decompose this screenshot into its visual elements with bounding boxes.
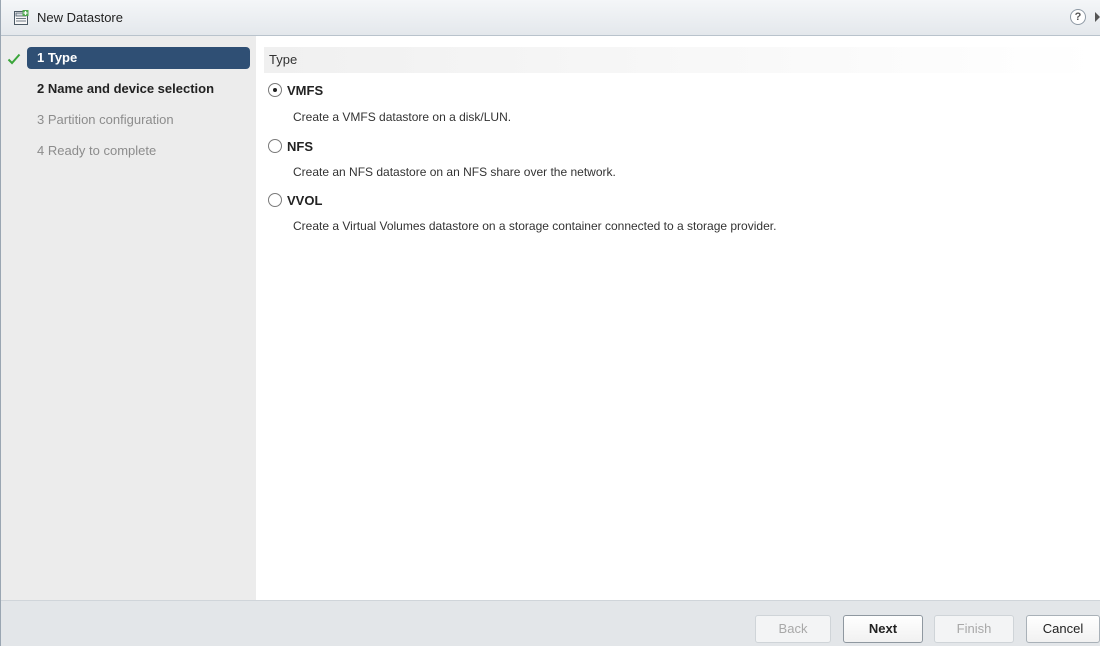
vvol-description: Create a Virtual Volumes datastore on a … bbox=[293, 219, 777, 233]
cancel-button[interactable]: Cancel bbox=[1026, 615, 1100, 643]
option-vmfs[interactable]: VMFS bbox=[268, 81, 323, 99]
vmfs-description: Create a VMFS datastore on a disk/LUN. bbox=[293, 110, 512, 124]
vmfs-radio[interactable] bbox=[268, 83, 282, 97]
step-partition-configuration: 3 Partition configuration bbox=[37, 112, 174, 127]
option-nfs[interactable]: NFS bbox=[268, 137, 313, 155]
finish-button[interactable]: Finish bbox=[934, 615, 1014, 643]
new-datastore-dialog: New Datastore ? 1 Type 2 Name and device… bbox=[0, 0, 1100, 646]
nfs-radio[interactable] bbox=[268, 139, 282, 153]
step-type[interactable]: 1 Type bbox=[27, 47, 250, 69]
nfs-description: Create an NFS datastore on an NFS share … bbox=[293, 165, 616, 179]
section-title: Type bbox=[264, 47, 1098, 73]
vvol-label[interactable]: VVOL bbox=[287, 193, 322, 208]
expand-arrow-icon[interactable] bbox=[1095, 12, 1100, 22]
checkmark-icon bbox=[7, 53, 21, 65]
main-content: Type VMFS Create a VMFS datastore on a d… bbox=[256, 36, 1100, 600]
option-vvol[interactable]: VVOL bbox=[268, 191, 322, 209]
next-button[interactable]: Next bbox=[843, 615, 923, 643]
vvol-radio[interactable] bbox=[268, 193, 282, 207]
title-bar: New Datastore ? bbox=[1, 0, 1100, 36]
back-button[interactable]: Back bbox=[755, 615, 831, 643]
step-name-and-device-selection[interactable]: 2 Name and device selection bbox=[27, 78, 214, 100]
wizard-footer: Back Next Finish Cancel bbox=[1, 600, 1100, 646]
nfs-label[interactable]: NFS bbox=[287, 139, 313, 154]
vmfs-label[interactable]: VMFS bbox=[287, 83, 323, 98]
step-ready-to-complete: 4 Ready to complete bbox=[37, 143, 157, 158]
wizard-steps-sidebar: 1 Type 2 Name and device selection 3 Par… bbox=[1, 36, 256, 600]
help-icon[interactable]: ? bbox=[1070, 9, 1086, 25]
dialog-title: New Datastore bbox=[37, 10, 123, 25]
datastore-icon bbox=[14, 9, 29, 25]
